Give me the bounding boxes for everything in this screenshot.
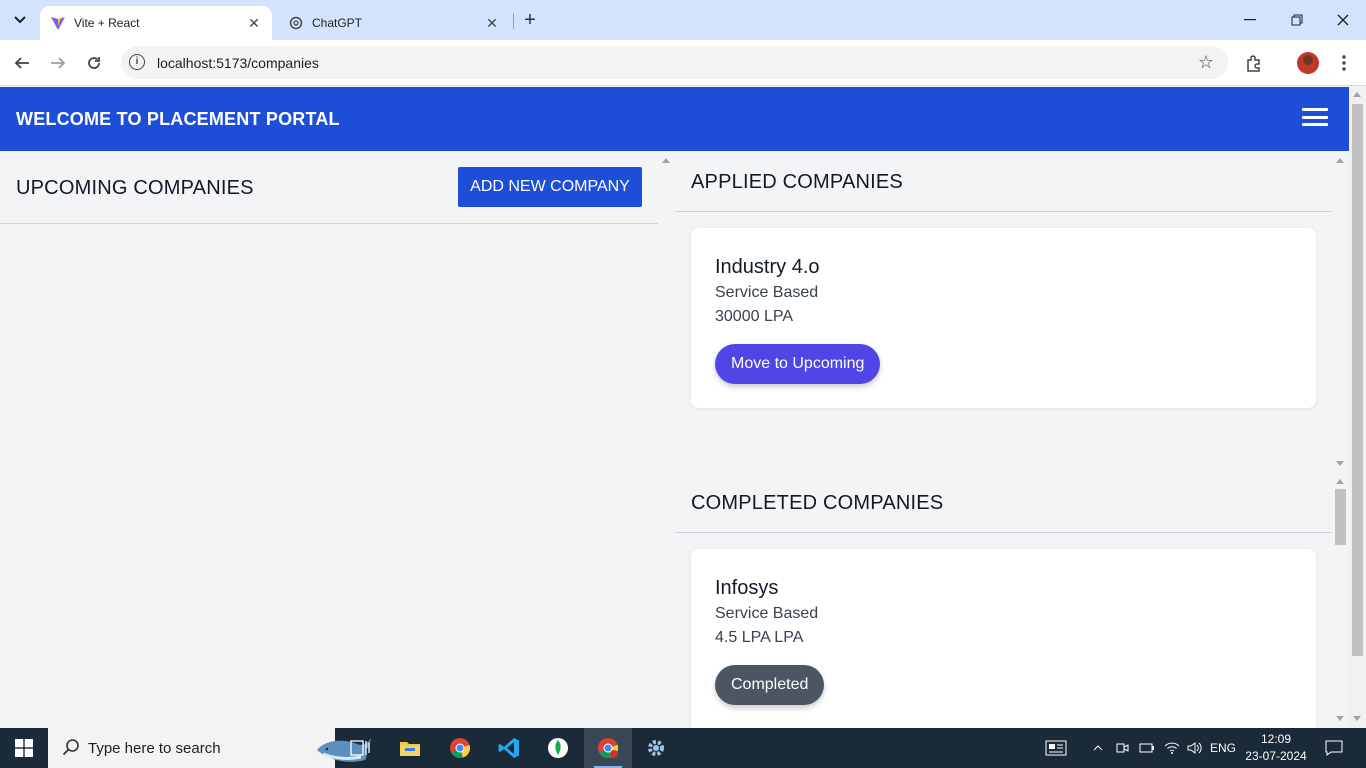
tab-title: ChatGPT xyxy=(312,16,363,30)
chrome-icon[interactable] xyxy=(436,728,484,768)
scroll-down-arrow-icon[interactable] xyxy=(1336,461,1344,466)
language-indicator[interactable]: ENG xyxy=(1208,728,1238,768)
tab-vite-react[interactable]: Vite + React ✕ xyxy=(40,6,272,40)
bookmark-star-icon[interactable]: ☆ xyxy=(1198,52,1214,73)
news-widget-icon[interactable] xyxy=(1042,728,1070,768)
company-type: Service Based xyxy=(715,605,819,622)
task-view-icon[interactable] xyxy=(336,728,384,768)
profile-avatar[interactable] xyxy=(1297,52,1319,74)
volume-icon[interactable] xyxy=(1185,728,1205,768)
taskbar-search[interactable]: Type here to search xyxy=(48,728,371,768)
browser-tab-strip: Vite + React ✕ ChatGPT ✕ + xyxy=(0,0,1366,40)
search-icon xyxy=(62,738,80,761)
new-tab-icon[interactable]: + xyxy=(520,10,540,30)
page-scrollbar[interactable] xyxy=(1349,87,1366,728)
company-salary: 4.5 LPA LPA xyxy=(715,629,804,646)
system-clock[interactable]: 12:09 23-07-2024 xyxy=(1244,731,1308,765)
applied-heading: APPLIED COMPANIES xyxy=(691,171,903,193)
scroll-up-arrow-icon[interactable] xyxy=(1353,92,1361,97)
tab-close-icon[interactable]: ✕ xyxy=(246,15,262,31)
right-panel: APPLIED COMPANIES Industry 4.o Service B… xyxy=(675,151,1332,728)
site-info-icon[interactable]: i xyxy=(129,54,145,70)
company-type: Service Based xyxy=(715,284,819,301)
upcoming-heading: UPCOMING COMPANIES xyxy=(16,177,254,199)
right-panel-scrollbar[interactable] xyxy=(1332,151,1349,728)
scroll-up-arrow-icon[interactable] xyxy=(1336,479,1344,484)
address-bar[interactable]: i localhost:5173/companies ☆ xyxy=(121,46,1228,79)
scroll-up-arrow-icon[interactable] xyxy=(1336,158,1344,163)
windows-taskbar: Type here to search ENG 12:09 23-07-2024 xyxy=(0,728,1366,768)
app-header: WELCOME TO PLACEMENT PORTAL xyxy=(0,87,1349,151)
divider xyxy=(675,532,1332,533)
company-name: Industry 4.o xyxy=(715,256,820,278)
scroll-down-arrow-icon[interactable] xyxy=(1336,716,1344,721)
hamburger-menu-icon[interactable] xyxy=(1302,108,1328,126)
upcoming-scrollbar[interactable] xyxy=(658,151,675,728)
company-salary: 30000 LPA xyxy=(715,308,793,325)
clock-time: 12:09 xyxy=(1260,732,1292,746)
tray-chevron-up-icon[interactable] xyxy=(1090,728,1106,768)
divider xyxy=(675,211,1332,212)
tab-separator xyxy=(513,13,514,29)
tab-close-icon[interactable]: ✕ xyxy=(484,15,500,31)
wifi-icon[interactable] xyxy=(1162,728,1182,768)
scrollbar-thumb[interactable] xyxy=(1335,489,1346,545)
tab-title: Vite + React xyxy=(74,16,140,30)
minimize-icon[interactable] xyxy=(1238,8,1262,32)
restore-icon[interactable] xyxy=(1285,8,1309,32)
settings-gear-icon[interactable] xyxy=(632,728,680,768)
upcoming-companies-panel: UPCOMING COMPANIES ADD NEW COMPANY xyxy=(0,151,658,728)
company-name: Infosys xyxy=(715,577,779,599)
move-to-upcoming-button[interactable]: Move to Upcoming xyxy=(715,344,881,384)
meet-now-icon[interactable] xyxy=(1114,728,1130,768)
app-title: WELCOME TO PLACEMENT PORTAL xyxy=(16,109,340,129)
extensions-icon[interactable] xyxy=(1242,51,1266,75)
search-placeholder: Type here to search xyxy=(88,740,221,757)
menu-dots-icon[interactable] xyxy=(1332,51,1356,75)
add-new-company-button[interactable]: ADD NEW COMPANY xyxy=(458,167,642,207)
battery-icon[interactable] xyxy=(1138,728,1156,768)
completed-company-card: Infosys Service Based 4.5 LPA LPA Comple… xyxy=(691,549,1316,728)
applied-company-card: Industry 4.o Service Based 30000 LPA Mov… xyxy=(691,228,1316,408)
tab-chatgpt[interactable]: ChatGPT ✕ xyxy=(278,6,510,40)
notifications-icon[interactable] xyxy=(1320,728,1348,768)
vscode-icon[interactable] xyxy=(485,728,533,768)
clock-date: 23-07-2024 xyxy=(1245,749,1307,763)
scroll-up-arrow-icon[interactable] xyxy=(662,158,670,163)
chatgpt-icon xyxy=(288,15,304,31)
completed-button[interactable]: Completed xyxy=(715,665,825,705)
url-text[interactable]: localhost:5173/companies xyxy=(157,55,319,71)
back-icon[interactable] xyxy=(10,51,34,75)
chrome-active-icon[interactable] xyxy=(584,728,632,768)
upcoming-header: UPCOMING COMPANIES ADD NEW COMPANY xyxy=(0,151,658,224)
windows-start-icon[interactable] xyxy=(0,728,48,768)
reload-icon[interactable] xyxy=(82,51,106,75)
forward-icon[interactable] xyxy=(46,51,70,75)
file-explorer-icon[interactable] xyxy=(386,728,434,768)
close-window-icon[interactable] xyxy=(1331,8,1355,32)
vite-icon xyxy=(50,15,66,31)
browser-toolbar: i localhost:5173/companies ☆ xyxy=(0,40,1366,86)
scroll-down-arrow-icon[interactable] xyxy=(1353,716,1361,721)
completed-heading: COMPLETED COMPANIES xyxy=(691,492,944,514)
mongodb-compass-icon[interactable] xyxy=(534,728,582,768)
tab-search-icon[interactable] xyxy=(8,8,32,32)
scrollbar-thumb[interactable] xyxy=(1352,104,1363,656)
